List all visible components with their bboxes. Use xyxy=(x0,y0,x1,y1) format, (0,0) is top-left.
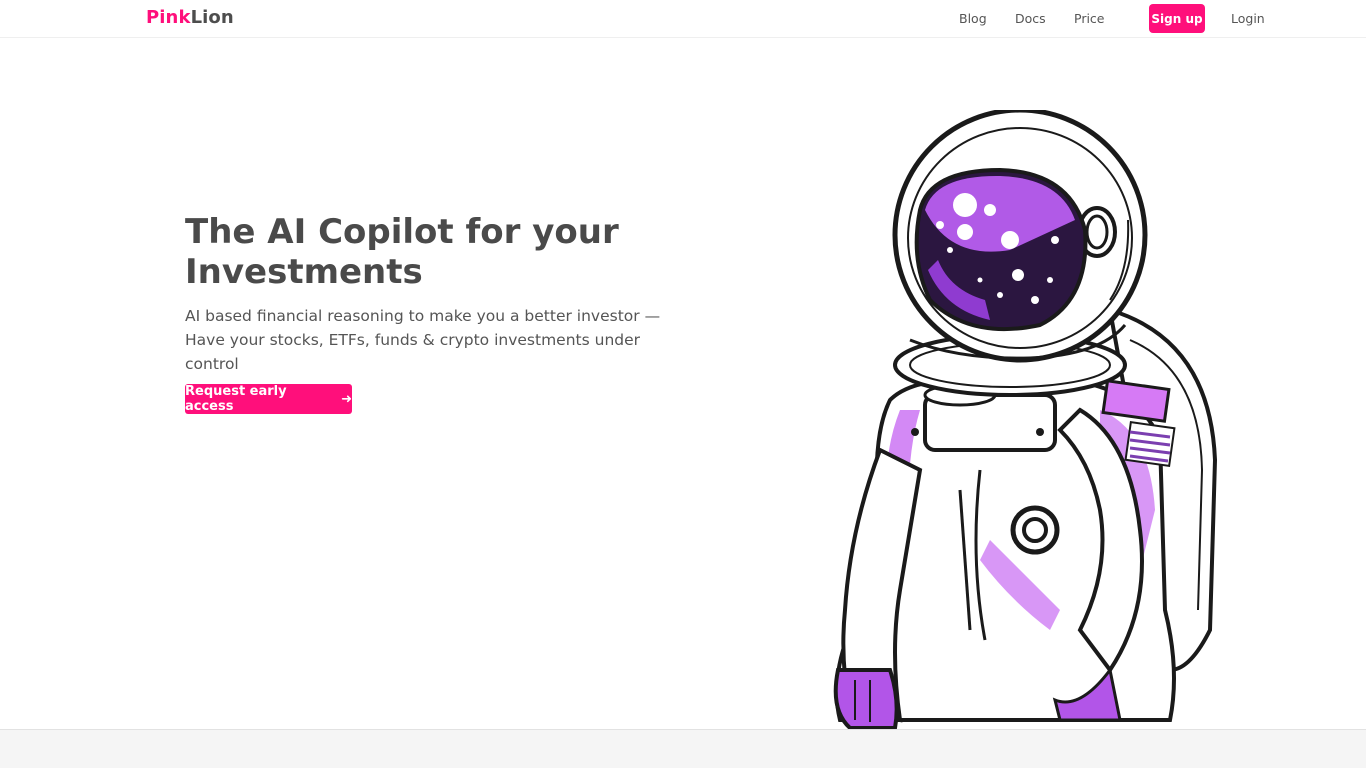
arrow-right-icon: ➜ xyxy=(341,391,352,407)
brand-name-pink: Pink xyxy=(146,7,191,28)
hero-title: The AI Copilot for your Investments xyxy=(185,212,619,292)
brand-name-dark: Lion xyxy=(190,7,234,28)
footer-band xyxy=(0,729,1366,768)
cta-label: Request early access xyxy=(185,384,287,414)
brand-logo[interactable]: PinkLion xyxy=(146,7,234,28)
hero-subtitle: AI based financial reasoning to make you… xyxy=(185,307,661,373)
nav-link-login[interactable]: Login xyxy=(1231,11,1265,26)
nav-link-price[interactable]: Price xyxy=(1074,11,1105,26)
nav-link-docs[interactable]: Docs xyxy=(1015,11,1046,26)
signup-button[interactable]: Sign up xyxy=(1149,4,1205,33)
nav-link-blog[interactable]: Blog xyxy=(959,11,987,26)
top-navbar: PinkLion Blog Docs Price Sign up Login xyxy=(0,0,1366,38)
astronaut-illustration xyxy=(833,110,1218,730)
request-early-access-button[interactable]: Request early access ➜ xyxy=(185,384,352,414)
